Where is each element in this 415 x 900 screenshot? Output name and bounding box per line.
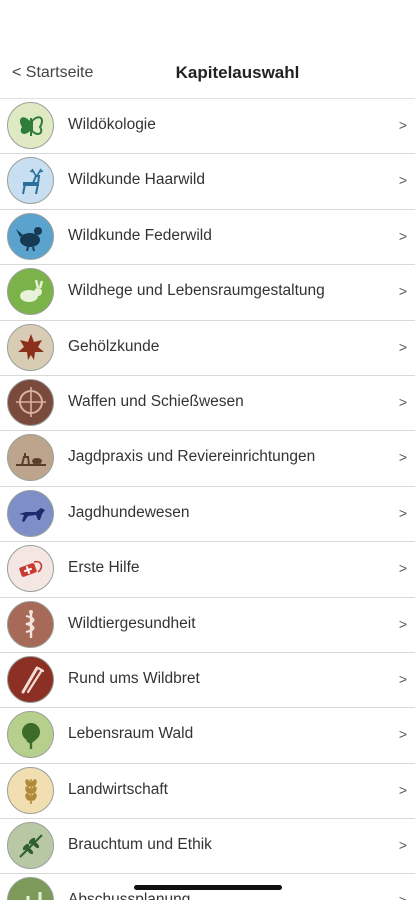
chevron-right-icon: > xyxy=(398,781,407,798)
chapter-row[interactable]: Rund ums Wildbret > xyxy=(0,652,415,709)
dog-icon xyxy=(7,489,54,537)
navigation-bar: < Startseite Kapitelauswahl xyxy=(0,50,415,99)
hare-icon xyxy=(7,268,54,316)
chapter-label: Wildhege und Lebensraumgestaltung xyxy=(68,282,325,300)
deer-icon xyxy=(7,157,54,205)
chevron-right-icon: > xyxy=(399,892,407,900)
chapter-label: Brauchtum und Ethik xyxy=(68,836,212,854)
chapter-row[interactable]: Wildhege und Lebensraumgestaltung > xyxy=(0,265,415,321)
wheat-icon xyxy=(7,766,54,814)
chapter-label: Gehölzkunde xyxy=(68,337,160,355)
chapter-label: Lebensraum Wald xyxy=(68,725,194,743)
chapter-row[interactable]: Lebensraum Wald > xyxy=(0,708,415,764)
status-bar xyxy=(0,0,415,50)
hunting-scene-icon xyxy=(7,434,54,482)
chapter-row[interactable]: Gehölzkunde > xyxy=(0,320,415,376)
chevron-right-icon: > xyxy=(398,449,407,466)
chapter-label: Landwirtschaft xyxy=(68,780,168,798)
chapter-label: Abschussplanung xyxy=(68,891,191,900)
chevron-right-icon: > xyxy=(398,172,407,189)
chapter-list: Wildökologie > Wildkunde Haarwild > Wildkund… xyxy=(0,99,415,900)
chapter-row[interactable]: Wildkunde Haarwild > xyxy=(0,154,415,210)
chapter-row[interactable]: Jagdhundewesen > xyxy=(0,486,415,543)
chapter-label: Jagdpraxis und Reviereinrichtungen xyxy=(68,448,316,466)
chevron-right-icon: > xyxy=(398,615,407,632)
chevron-right-icon: > xyxy=(398,117,407,133)
chevron-right-icon: > xyxy=(398,560,407,577)
tree-icon xyxy=(7,711,54,759)
chapter-row[interactable]: Erste Hilfe > xyxy=(0,542,415,598)
chevron-right-icon: > xyxy=(398,393,407,410)
first-aid-icon xyxy=(7,545,54,593)
page-title: Kapitelauswahl xyxy=(175,63,300,82)
leaf-icon xyxy=(7,323,54,371)
chapter-row[interactable]: Wildtiergesundheit > xyxy=(0,597,415,653)
chapter-label: Wildkunde Haarwild xyxy=(68,171,205,189)
caduceus-icon xyxy=(7,600,54,648)
chevron-right-icon: > xyxy=(398,504,407,521)
crosshair-icon xyxy=(7,378,54,426)
chapter-label: Waffen und Schießwesen xyxy=(68,392,244,410)
twig-icon xyxy=(7,822,54,870)
chapter-label: Rund ums Wildbret xyxy=(68,669,200,687)
knife-fork-icon xyxy=(7,655,54,703)
chapter-row[interactable]: Wildökologie > xyxy=(0,99,415,155)
chevron-right-icon: > xyxy=(398,670,407,687)
butterfly-icon xyxy=(7,102,54,149)
screen: < Startseite Kapitelauswahl Wildökologie… xyxy=(0,0,415,900)
chapter-label: Erste Hilfe xyxy=(68,559,140,577)
chevron-right-icon: > xyxy=(398,837,407,854)
chapter-row[interactable]: Waffen und Schießwesen > xyxy=(0,375,415,432)
chapter-row[interactable]: Brauchtum und Ethik > xyxy=(0,819,415,875)
chapter-label: Wildtiergesundheit xyxy=(68,614,196,632)
chevron-right-icon: > xyxy=(398,283,407,300)
chapter-row[interactable]: Landwirtschaft > xyxy=(0,763,415,820)
chevron-right-icon: > xyxy=(398,227,407,244)
chevron-right-icon: > xyxy=(398,338,407,355)
chapter-label: Wildökologie xyxy=(68,116,156,133)
grouse-icon xyxy=(7,212,54,260)
chapter-label: Jagdhundewesen xyxy=(68,503,190,521)
chapter-row[interactable]: Jagdpraxis und Reviereinrichtungen > xyxy=(0,431,415,487)
chevron-right-icon: > xyxy=(398,726,407,743)
chapter-label: Wildkunde Federwild xyxy=(68,226,212,244)
chapter-row[interactable]: Wildkunde Federwild > xyxy=(0,209,415,266)
home-indicator xyxy=(134,885,282,890)
chart-icon xyxy=(7,877,54,900)
